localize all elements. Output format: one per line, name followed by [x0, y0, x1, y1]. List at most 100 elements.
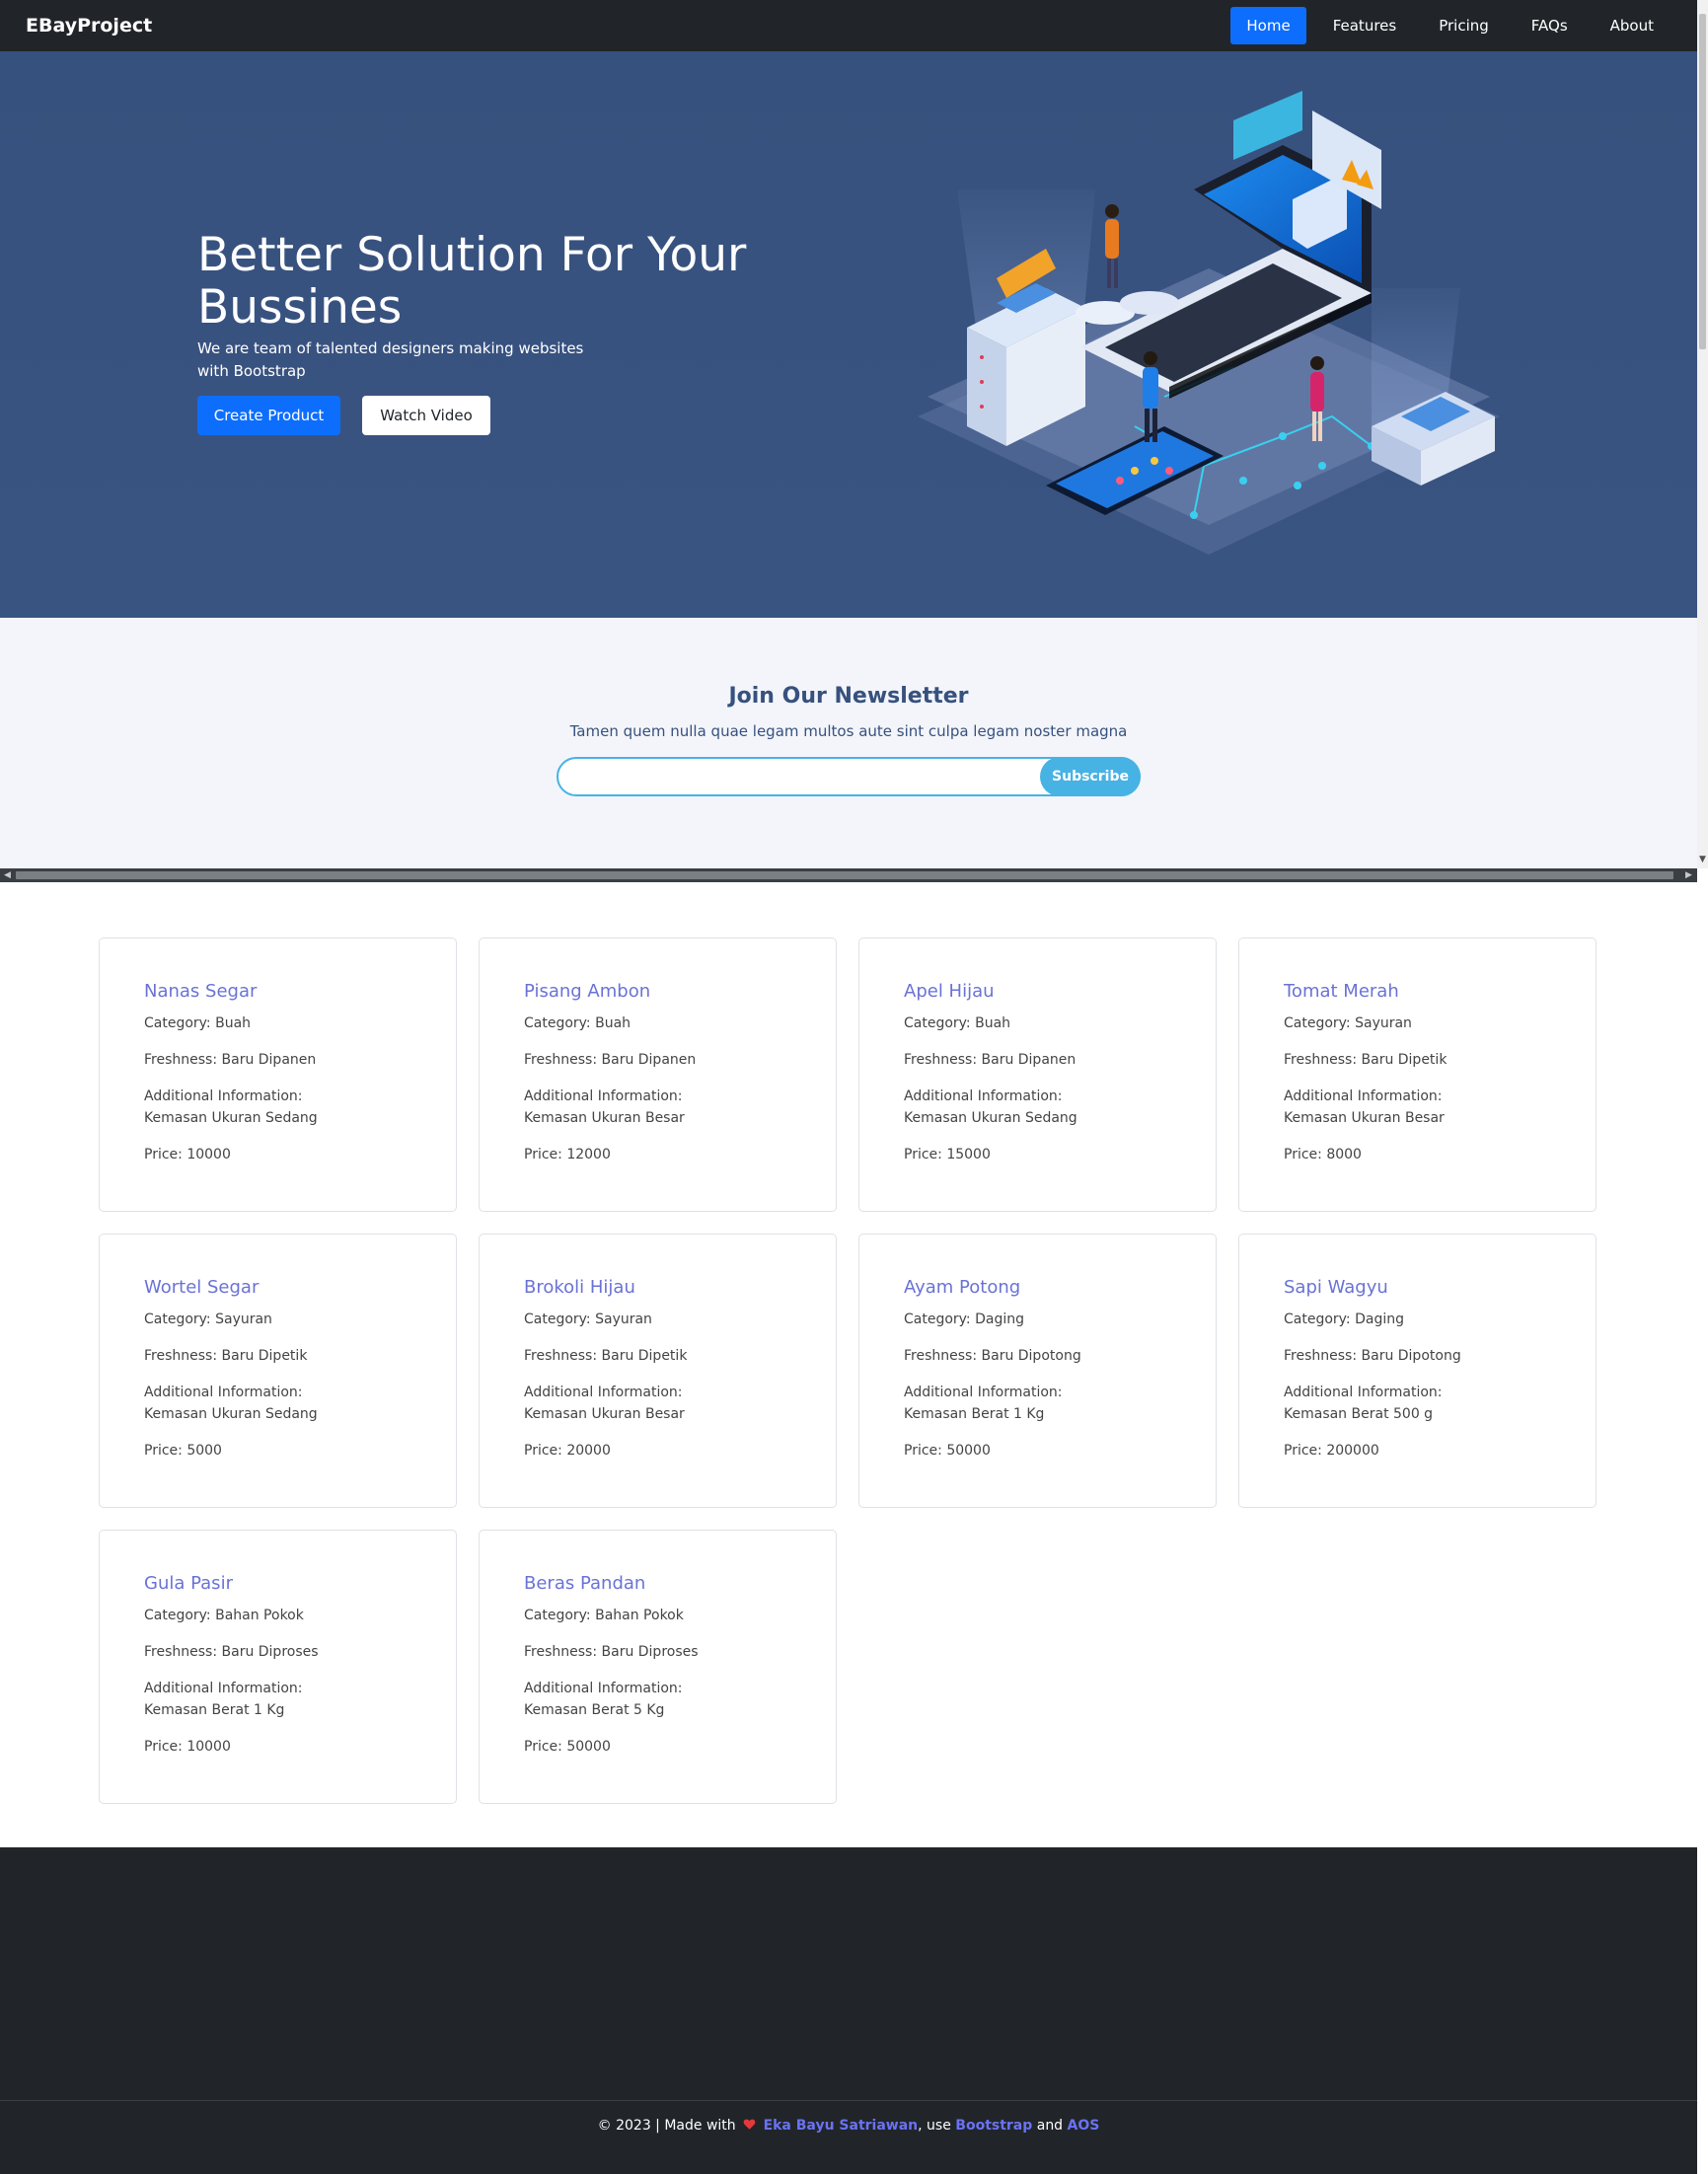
subscribe-button[interactable]: Subscribe: [1040, 757, 1141, 796]
product-freshness: Freshness: Baru Diproses: [144, 1644, 319, 1660]
products-section: Nanas Segar Category: Buah Freshness: Ba…: [0, 882, 1697, 1847]
create-product-button[interactable]: Create Product: [197, 396, 340, 435]
hero-subtitle: We are team of talented designers making…: [197, 339, 584, 380]
product-category: Category: Buah: [144, 1015, 252, 1031]
scroll-left-arrow-icon[interactable]: ◀: [4, 868, 11, 882]
product-price: Price: 12000: [524, 1147, 611, 1162]
horizontal-scrollbar[interactable]: ◀ ▶: [0, 868, 1697, 882]
product-info-label: Additional Information:: [144, 1681, 303, 1696]
nav-link-features[interactable]: Features: [1317, 7, 1413, 44]
product-name: Gula Pasir: [144, 1573, 233, 1594]
product-freshness: Freshness: Baru Dipanen: [144, 1052, 317, 1068]
watch-video-button[interactable]: Watch Video: [362, 396, 490, 435]
product-price: Price: 15000: [904, 1147, 991, 1162]
product-card: Nanas Segar Category: Buah Freshness: Ba…: [99, 937, 457, 1212]
product-category: Category: Sayuran: [1284, 1015, 1412, 1031]
product-price: Price: 50000: [524, 1739, 611, 1755]
product-price: Price: 8000: [1284, 1147, 1362, 1162]
product-info: Kemasan Ukuran Sedang: [144, 1110, 318, 1126]
product-name: Ayam Potong: [904, 1277, 1021, 1298]
hero-illustration: [918, 91, 1500, 555]
product-info: Kemasan Berat 5 Kg: [524, 1702, 665, 1718]
product-card: Tomat Merah Category: Sayuran Freshness:…: [1238, 937, 1597, 1212]
product-card: Wortel Segar Category: Sayuran Freshness…: [99, 1234, 457, 1508]
product-name: Wortel Segar: [144, 1277, 260, 1298]
nav-links: Home Features Pricing FAQs About: [1220, 7, 1670, 44]
product-info: Kemasan Ukuran Besar: [1284, 1110, 1445, 1126]
brand-logo[interactable]: EBayProject: [26, 0, 152, 51]
footer-copyright: © 2023 | Made with: [597, 2118, 736, 2134]
product-info: Kemasan Ukuran Besar: [524, 1406, 685, 1422]
product-category: Category: Sayuran: [144, 1312, 272, 1327]
product-info-label: Additional Information:: [144, 1088, 303, 1104]
product-price: Price: 20000: [524, 1443, 611, 1459]
product-info-label: Additional Information:: [904, 1385, 1063, 1400]
product-info-label: Additional Information:: [524, 1385, 683, 1400]
product-info-label: Additional Information:: [1284, 1385, 1443, 1400]
product-freshness: Freshness: Baru Dipanen: [904, 1052, 1077, 1068]
product-category: Category: Daging: [904, 1312, 1024, 1327]
product-freshness: Freshness: Baru Dipetik: [1284, 1052, 1448, 1068]
newsletter-email-input[interactable]: [570, 765, 995, 790]
footer: © 2023 | Made with Eka Bayu Satriawan, u…: [0, 1847, 1697, 2174]
hero-title: Better Solution For Your Bussines: [197, 228, 747, 335]
product-name: Sapi Wagyu: [1284, 1277, 1388, 1298]
scroll-right-arrow-icon[interactable]: ▶: [1685, 868, 1692, 882]
nav-link-home[interactable]: Home: [1230, 7, 1306, 44]
product-card: Ayam Potong Category: Daging Freshness: …: [858, 1234, 1217, 1508]
bootstrap-link[interactable]: Bootstrap: [955, 2118, 1032, 2134]
product-price: Price: 50000: [904, 1443, 991, 1459]
product-freshness: Freshness: Baru Dipanen: [524, 1052, 697, 1068]
author-link[interactable]: Eka Bayu Satriawan: [764, 2118, 919, 2134]
product-card: Sapi Wagyu Category: Daging Freshness: B…: [1238, 1234, 1597, 1508]
product-info: Kemasan Ukuran Sedang: [144, 1406, 318, 1422]
product-card: Gula Pasir Category: Bahan Pokok Freshne…: [99, 1530, 457, 1804]
footer-use-text: , use: [918, 2118, 951, 2134]
product-name: Brokoli Hijau: [524, 1277, 635, 1298]
product-price: Price: 5000: [144, 1443, 222, 1459]
heart-icon: [743, 2119, 756, 2130]
product-info: Kemasan Ukuran Besar: [524, 1110, 685, 1126]
product-category: Category: Bahan Pokok: [144, 1608, 304, 1623]
product-name: Pisang Ambon: [524, 981, 651, 1002]
product-price: Price: 10000: [144, 1739, 231, 1755]
nav-link-faqs[interactable]: FAQs: [1516, 7, 1584, 44]
product-info: Kemasan Berat 1 Kg: [904, 1406, 1045, 1422]
product-card: Brokoli Hijau Category: Sayuran Freshnes…: [479, 1234, 837, 1508]
navbar: EBayProject Home Features Pricing FAQs A…: [0, 0, 1697, 51]
nav-link-pricing[interactable]: Pricing: [1423, 7, 1505, 44]
product-name: Nanas Segar: [144, 981, 258, 1002]
hero-section: Better Solution For Your Bussines We are…: [0, 51, 1697, 618]
product-freshness: Freshness: Baru Dipetik: [524, 1348, 688, 1364]
newsletter-subtitle: Tamen quem nulla quae legam multos aute …: [569, 722, 1128, 740]
product-info: Kemasan Berat 1 Kg: [144, 1702, 285, 1718]
product-freshness: Freshness: Baru Dipetik: [144, 1348, 308, 1364]
nav-link-about[interactable]: About: [1595, 7, 1670, 44]
footer-divider: [0, 2100, 1697, 2101]
newsletter-section: Join Our Newsletter Tamen quem nulla qua…: [0, 618, 1697, 868]
product-category: Category: Buah: [524, 1015, 631, 1031]
product-category: Category: Buah: [904, 1015, 1011, 1031]
vertical-scrollbar[interactable]: ▼: [1697, 0, 1708, 868]
product-info-label: Additional Information:: [904, 1088, 1063, 1104]
frame-edge: [1697, 882, 1708, 2174]
product-category: Category: Daging: [1284, 1312, 1404, 1327]
footer-credits: © 2023 | Made with Eka Bayu Satriawan, u…: [0, 2116, 1697, 2136]
product-category: Category: Sayuran: [524, 1312, 652, 1327]
product-info-label: Additional Information:: [524, 1088, 683, 1104]
product-freshness: Freshness: Baru Diproses: [524, 1644, 699, 1660]
product-name: Tomat Merah: [1284, 981, 1399, 1002]
product-freshness: Freshness: Baru Dipotong: [904, 1348, 1081, 1364]
scroll-down-arrow-icon[interactable]: ▼: [1699, 855, 1706, 864]
product-name: Beras Pandan: [524, 1573, 646, 1594]
product-info-label: Additional Information:: [524, 1681, 683, 1696]
vertical-scrollbar-thumb[interactable]: [1699, 14, 1706, 349]
product-info-label: Additional Information:: [144, 1385, 303, 1400]
product-card: Pisang Ambon Category: Buah Freshness: B…: [479, 937, 837, 1212]
footer-and-text: and: [1036, 2118, 1064, 2134]
horizontal-scrollbar-thumb[interactable]: [16, 871, 1673, 879]
product-category: Category: Bahan Pokok: [524, 1608, 684, 1623]
product-card: Beras Pandan Category: Bahan Pokok Fresh…: [479, 1530, 837, 1804]
aos-link[interactable]: AOS: [1068, 2118, 1100, 2134]
newsletter-title: Join Our Newsletter: [728, 684, 969, 709]
